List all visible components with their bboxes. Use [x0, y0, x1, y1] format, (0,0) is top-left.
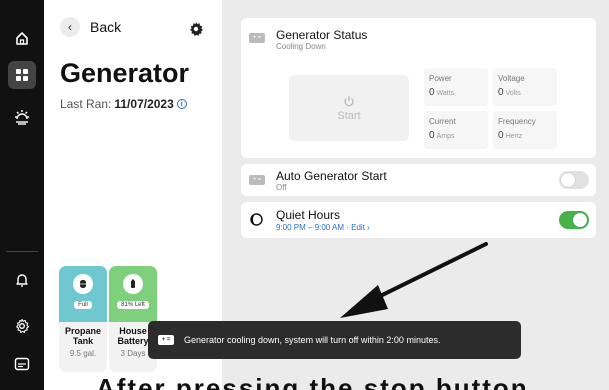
- auto-start-toggle[interactable]: [559, 171, 589, 189]
- generator-settings-gear-icon[interactable]: [188, 21, 204, 37]
- power-metric: Power 0 Watts: [424, 68, 488, 106]
- current-metric: Current 0 Amps: [424, 111, 488, 149]
- metric-value: 0 Hertz: [498, 130, 523, 141]
- generator-status-panel: + = Generator Status Cooling Down Start …: [241, 18, 596, 158]
- voltage-metric: Voltage 0 Volts: [493, 68, 557, 106]
- back-button[interactable]: ‹ Back: [60, 17, 121, 37]
- toggle-knob: [561, 173, 575, 187]
- quiet-hours-panel: Quiet Hours 9:00 PM – 9:00 AM · Edit ›: [241, 202, 596, 238]
- rail-divider: [6, 251, 38, 252]
- last-ran-value: 11/07/2023: [114, 97, 174, 111]
- screen-icon[interactable]: [8, 350, 36, 378]
- last-ran-label: Last Ran:: [60, 97, 112, 111]
- metric-value: 0 Watts: [429, 87, 455, 98]
- home-icon[interactable]: [8, 24, 36, 52]
- bottom-caption: After pressing the stop button: [96, 373, 529, 390]
- propane-icon: [73, 274, 93, 294]
- sun-icon[interactable]: [8, 103, 36, 131]
- generator-icon: + =: [249, 175, 265, 185]
- sidebar-rail: [0, 0, 44, 390]
- metric-value: 0 Amps: [429, 130, 455, 141]
- last-ran: Last Ran: 11/07/2023 i: [60, 97, 187, 111]
- generator-icon: + =: [158, 335, 174, 345]
- power-icon: [344, 95, 354, 106]
- frequency-metric: Frequency 0 Hertz: [493, 111, 557, 149]
- card-label-line1: Propane: [64, 326, 101, 336]
- battery-icon: [123, 274, 143, 294]
- metric-label: Voltage: [498, 74, 525, 83]
- auto-start-panel: + = Auto Generator Start Off: [241, 164, 596, 196]
- quiet-hours-title: Quiet Hours: [276, 208, 341, 222]
- start-label: Start: [337, 109, 361, 122]
- propane-tank-card[interactable]: Full Propane Tank 9.5 gal.: [59, 266, 107, 372]
- quiet-hours-edit-link[interactable]: 9:00 PM – 9:00 AM · Edit ›: [276, 223, 370, 232]
- page-title: Generator: [60, 58, 190, 88]
- metric-value: 0 Volts: [498, 87, 521, 98]
- card-pill: Full: [74, 301, 92, 309]
- toast-message: Generator cooling down, system will turn…: [184, 335, 441, 345]
- grid-icon[interactable]: [8, 61, 36, 89]
- generator-status-subtitle: Cooling Down: [276, 42, 326, 51]
- card-label: Propane Tank: [59, 326, 107, 346]
- toast-notification: + = Generator cooling down, system will …: [148, 321, 521, 359]
- metric-label: Frequency: [498, 117, 536, 126]
- card-status-area: 81% Left: [109, 266, 157, 322]
- chevron-left-icon: ‹: [60, 17, 80, 37]
- start-button[interactable]: Start: [289, 75, 409, 141]
- generator-icon: + =: [249, 33, 265, 43]
- gear-icon[interactable]: [8, 312, 36, 340]
- card-label-line2: Tank: [72, 336, 94, 346]
- quiet-hours-toggle[interactable]: [559, 211, 589, 229]
- card-status-area: Full: [59, 266, 107, 322]
- card-pill: 81% Left: [117, 301, 149, 309]
- auto-start-subtitle: Off: [276, 183, 287, 192]
- moon-icon: [250, 213, 263, 231]
- info-icon[interactable]: i: [176, 99, 187, 109]
- metric-label: Power: [429, 74, 452, 83]
- auto-start-title: Auto Generator Start: [276, 169, 387, 183]
- bell-icon[interactable]: [8, 266, 36, 294]
- back-label: Back: [90, 19, 122, 35]
- generator-status-title: Generator Status: [276, 28, 368, 42]
- card-sub: 9.5 gal.: [69, 349, 97, 358]
- metric-label: Current: [429, 117, 456, 126]
- toggle-knob: [573, 213, 587, 227]
